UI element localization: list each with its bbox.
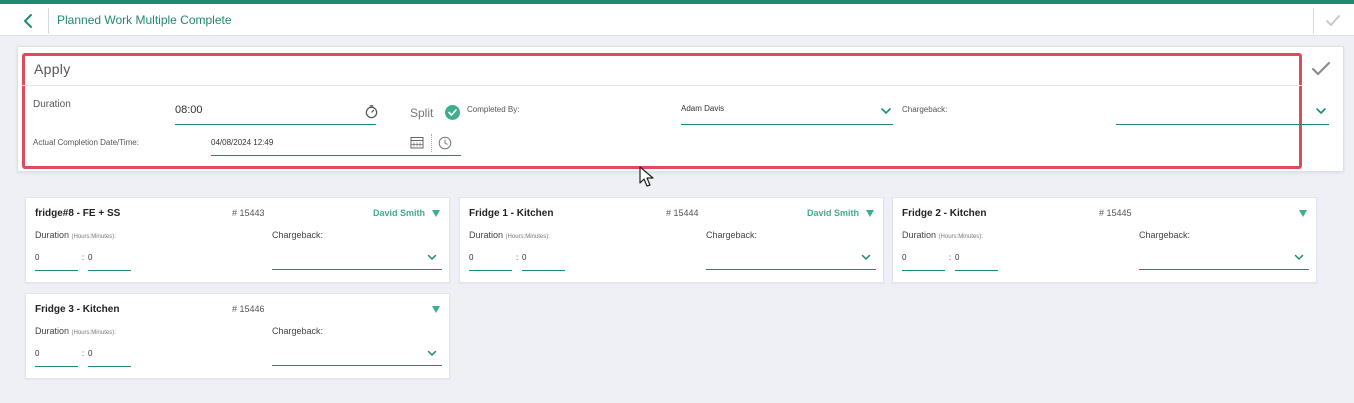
time-colon: : bbox=[516, 253, 519, 262]
triangle-down-icon[interactable] bbox=[1299, 210, 1307, 217]
triangle-down-icon[interactable] bbox=[432, 210, 440, 217]
minutes-underline bbox=[88, 366, 131, 367]
completion-date-value[interactable]: 04/08/2024 12:49 bbox=[211, 138, 273, 147]
chevron-down-icon[interactable] bbox=[880, 107, 892, 115]
chargeback-underline bbox=[272, 365, 442, 366]
card-duration-label: Duration (Hours:Minutes): bbox=[35, 326, 116, 336]
card-duration-label: Duration (Hours:Minutes): bbox=[35, 230, 116, 240]
card-assignee[interactable]: David Smith bbox=[807, 208, 859, 218]
card-chargeback-label: Chargeback: bbox=[272, 230, 324, 240]
apply-title: Apply bbox=[34, 61, 71, 77]
work-item-card: fridge#8 - FE + SS # 15443 David Smith D… bbox=[25, 197, 450, 283]
duration-hint: (Hours:Minutes): bbox=[938, 234, 983, 240]
hours-input[interactable]: 0 bbox=[35, 253, 39, 262]
chevron-down-icon[interactable] bbox=[861, 254, 871, 261]
card-chargeback-label: Chargeback: bbox=[1139, 230, 1191, 240]
duration-hint: (Hours:Minutes): bbox=[505, 234, 550, 240]
chargeback-underline bbox=[1139, 269, 1309, 270]
minutes-underline bbox=[522, 270, 565, 271]
completion-date-label: Actual Completion Date/Time: bbox=[33, 138, 139, 147]
hours-input[interactable]: 0 bbox=[469, 253, 473, 262]
chevron-left-icon[interactable] bbox=[18, 10, 40, 32]
minutes-underline bbox=[88, 270, 131, 271]
hours-underline bbox=[469, 270, 512, 271]
apply-panel: Apply Duration 08:00 Split Completed By:… bbox=[17, 46, 1344, 172]
time-colon: : bbox=[82, 349, 85, 358]
apply-divider bbox=[22, 85, 1302, 86]
card-number: # 15444 bbox=[666, 208, 699, 218]
mouse-cursor-icon bbox=[639, 166, 654, 187]
completion-date-underline bbox=[211, 155, 461, 156]
page-title: Planned Work Multiple Complete bbox=[57, 13, 232, 27]
duration-label-text: Duration bbox=[35, 230, 70, 240]
card-duration-label: Duration (Hours:Minutes): bbox=[469, 230, 550, 240]
hours-input[interactable]: 0 bbox=[902, 253, 906, 262]
work-item-card: Fridge 2 - Kitchen # 15445 Duration (Hou… bbox=[892, 197, 1317, 283]
chargeback-label: Chargeback: bbox=[902, 105, 948, 114]
minutes-input[interactable]: 0 bbox=[522, 253, 526, 262]
completed-by-value[interactable]: Adam Davis bbox=[681, 104, 724, 113]
duration-hint: (Hours:Minutes): bbox=[71, 234, 116, 240]
check-icon[interactable] bbox=[1324, 12, 1342, 30]
highlight-box bbox=[22, 53, 1302, 169]
triangle-down-icon[interactable] bbox=[432, 306, 440, 313]
duration-hint: (Hours:Minutes): bbox=[71, 330, 116, 336]
minutes-input[interactable]: 0 bbox=[88, 253, 92, 262]
minutes-input[interactable]: 0 bbox=[955, 253, 959, 262]
chevron-down-icon[interactable] bbox=[427, 254, 437, 261]
time-colon: : bbox=[949, 253, 952, 262]
card-title: fridge#8 - FE + SS bbox=[35, 208, 121, 219]
card-number: # 15445 bbox=[1099, 208, 1132, 218]
duration-value[interactable]: 08:00 bbox=[175, 104, 203, 116]
completed-by-label: Completed By: bbox=[467, 105, 520, 114]
chevron-down-icon[interactable] bbox=[427, 350, 437, 357]
chevron-down-icon[interactable] bbox=[1294, 254, 1304, 261]
minutes-input[interactable]: 0 bbox=[88, 349, 92, 358]
chargeback-underline bbox=[272, 269, 442, 270]
card-title: Fridge 3 - Kitchen bbox=[35, 304, 120, 315]
header-divider-right bbox=[1313, 8, 1314, 34]
hours-underline bbox=[35, 366, 78, 367]
completed-by-underline bbox=[681, 124, 893, 125]
work-item-card: Fridge 1 - Kitchen # 15444 David Smith D… bbox=[459, 197, 884, 283]
card-chargeback-label: Chargeback: bbox=[272, 326, 324, 336]
chargeback-underline bbox=[706, 269, 876, 270]
apply-check-icon[interactable] bbox=[1310, 59, 1332, 79]
duration-label-text: Duration bbox=[902, 230, 937, 240]
triangle-down-icon[interactable] bbox=[866, 210, 874, 217]
clock-icon[interactable] bbox=[438, 136, 452, 150]
timer-icon[interactable] bbox=[364, 104, 379, 119]
calendar-icon[interactable] bbox=[410, 136, 424, 149]
chevron-down-icon[interactable] bbox=[1315, 107, 1327, 115]
work-item-card: Fridge 3 - Kitchen # 15446 Duration (Hou… bbox=[25, 293, 450, 379]
header-divider bbox=[48, 8, 49, 34]
hours-underline bbox=[35, 270, 78, 271]
check-icon bbox=[448, 109, 457, 116]
hours-input[interactable]: 0 bbox=[35, 349, 39, 358]
time-colon: : bbox=[82, 253, 85, 262]
card-title: Fridge 1 - Kitchen bbox=[469, 208, 554, 219]
top-bar: Planned Work Multiple Complete bbox=[0, 0, 1354, 36]
duration-underline bbox=[175, 124, 376, 125]
duration-label-text: Duration bbox=[469, 230, 504, 240]
card-assignee[interactable]: David Smith bbox=[373, 208, 425, 218]
minutes-underline bbox=[955, 270, 998, 271]
duration-label: Duration bbox=[33, 99, 71, 110]
duration-label-text: Duration bbox=[35, 326, 70, 336]
date-time-divider bbox=[431, 134, 432, 152]
chargeback-underline bbox=[1116, 124, 1329, 125]
card-number: # 15446 bbox=[232, 304, 265, 314]
card-duration-label: Duration (Hours:Minutes): bbox=[902, 230, 983, 240]
card-number: # 15443 bbox=[232, 208, 265, 218]
card-title: Fridge 2 - Kitchen bbox=[902, 208, 987, 219]
card-chargeback-label: Chargeback: bbox=[706, 230, 758, 240]
hours-underline bbox=[902, 270, 945, 271]
split-label: Split bbox=[410, 106, 434, 120]
split-toggle[interactable] bbox=[445, 105, 460, 120]
